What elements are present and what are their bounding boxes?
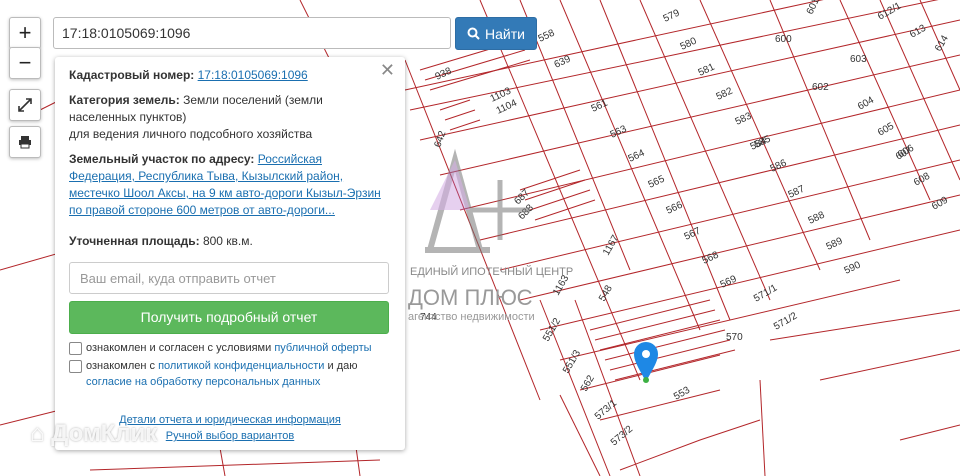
domklik-watermark: ⌂ ДомКлик	[30, 420, 157, 448]
parcel-label: 590	[843, 260, 863, 277]
category-use: для ведения личного подсобного хозяйства	[69, 127, 313, 141]
parcel-label: 600	[775, 34, 792, 45]
public-offer-link[interactable]: публичной оферты	[274, 342, 371, 354]
parcel-label: 567	[683, 226, 703, 243]
cadastral-label: Кадастровый номер:	[69, 68, 195, 82]
home-icon: ⌂	[30, 420, 45, 447]
area-label: Уточненная площадь:	[69, 234, 200, 248]
watermark-line1: ЕДИНЫЙ ИПОТЕЧНЫЙ ЦЕНТР	[410, 265, 573, 278]
parcel-label: 642	[432, 129, 448, 149]
printer-icon	[19, 136, 31, 149]
area-value: 800 кв.м.	[202, 234, 253, 248]
search-button-label: Найти	[485, 25, 525, 42]
parcel-label: 601	[805, 0, 822, 16]
privacy-consent-text: ознакомлен с	[86, 360, 156, 372]
parcel-label: 1167	[601, 233, 621, 258]
watermark-line2: ДОМ ПЛЮС	[408, 285, 533, 310]
offer-consent-row: ознакомлен и согласен с условиями публич…	[69, 340, 391, 356]
email-field[interactable]	[69, 262, 389, 294]
cadastral-row: Кадастровый номер: 17:18:0105069:1096	[69, 67, 391, 84]
parcel-label: 589	[825, 236, 845, 253]
parcel-label: 548	[597, 283, 615, 303]
address-row: Земельный участок по адресу: Российская …	[69, 151, 391, 219]
search-icon	[467, 27, 480, 40]
parcel-label: 582	[715, 86, 735, 103]
parcel-label: 569	[719, 274, 739, 291]
offer-checkbox[interactable]	[69, 342, 82, 355]
cadastral-number-link[interactable]: 17:18:0105069:1096	[198, 68, 308, 82]
parcel-label: 639	[553, 54, 573, 71]
search-input[interactable]	[53, 17, 451, 49]
expand-icon	[18, 98, 32, 112]
parcel-label: 565	[647, 174, 667, 191]
search-button[interactable]: Найти	[455, 17, 537, 50]
map-marker-icon	[634, 342, 658, 383]
parcel-label: 579	[662, 8, 682, 25]
parcel-label: 571/2	[772, 310, 800, 332]
watermark-line3: агентство недвижимости	[408, 311, 535, 323]
parcel-label: 561	[590, 98, 610, 115]
area-row: Уточненная площадь: 800 кв.м.	[69, 233, 391, 250]
parcel-label: 551/2	[541, 316, 563, 344]
parcel-label: 587	[787, 184, 807, 201]
address-label: Земельный участок по адресу:	[69, 152, 255, 166]
parcel-label: 613	[908, 23, 928, 41]
parcel-label: 608	[912, 171, 932, 189]
parcel-label: 570	[726, 332, 743, 343]
zoom-out-button[interactable]: −	[9, 47, 41, 79]
parcel-info-panel: ✕ Кадастровый номер: 17:18:0105069:1096 …	[55, 57, 405, 450]
parcel-label: 563	[609, 124, 629, 141]
parcel-label: 588	[807, 210, 827, 227]
zoom-in-button[interactable]: +	[9, 17, 41, 49]
personal-data-consent-link[interactable]: согласие на обработку персональных данны…	[86, 376, 320, 388]
category-row: Категория земель: Земли поселений (земли…	[69, 92, 391, 143]
parcel-label: 605	[876, 121, 896, 139]
get-report-button[interactable]: Получить подробный отчет	[69, 301, 389, 334]
parcel-label: 612/1	[876, 0, 904, 22]
parcel-label: 558	[537, 28, 557, 45]
privacy-checkbox[interactable]	[69, 360, 82, 373]
parcel-label: 562	[579, 373, 597, 393]
close-icon[interactable]: ✕	[380, 61, 395, 79]
parcel-label: 604	[856, 95, 876, 113]
parcel-label: 571/1	[752, 282, 780, 304]
manual-selection-link[interactable]: Ручной выбор вариантов	[166, 430, 294, 442]
domklik-text: ДомКлик	[51, 420, 158, 447]
parcel-label: 568	[701, 250, 721, 267]
parcel-label: 564	[627, 148, 647, 165]
parcel-label: 553	[672, 385, 692, 403]
watermark-logo	[425, 148, 530, 253]
category-label: Категория земель:	[69, 93, 180, 107]
privacy-consent-text2: и даю	[327, 360, 358, 372]
parcel-label: 581	[697, 62, 717, 79]
offer-consent-text: ознакомлен и согласен с условиями	[86, 342, 272, 354]
print-button[interactable]	[9, 126, 41, 158]
privacy-consent-row: ознакомлен с политикой конфиденциальност…	[69, 358, 391, 390]
parcel-label: 602	[812, 82, 829, 93]
parcel-label: 603	[850, 54, 867, 65]
parcel-label: 609	[930, 195, 950, 213]
privacy-policy-link[interactable]: политикой конфиденциальности	[158, 360, 324, 372]
fullscreen-button[interactable]	[9, 89, 41, 121]
